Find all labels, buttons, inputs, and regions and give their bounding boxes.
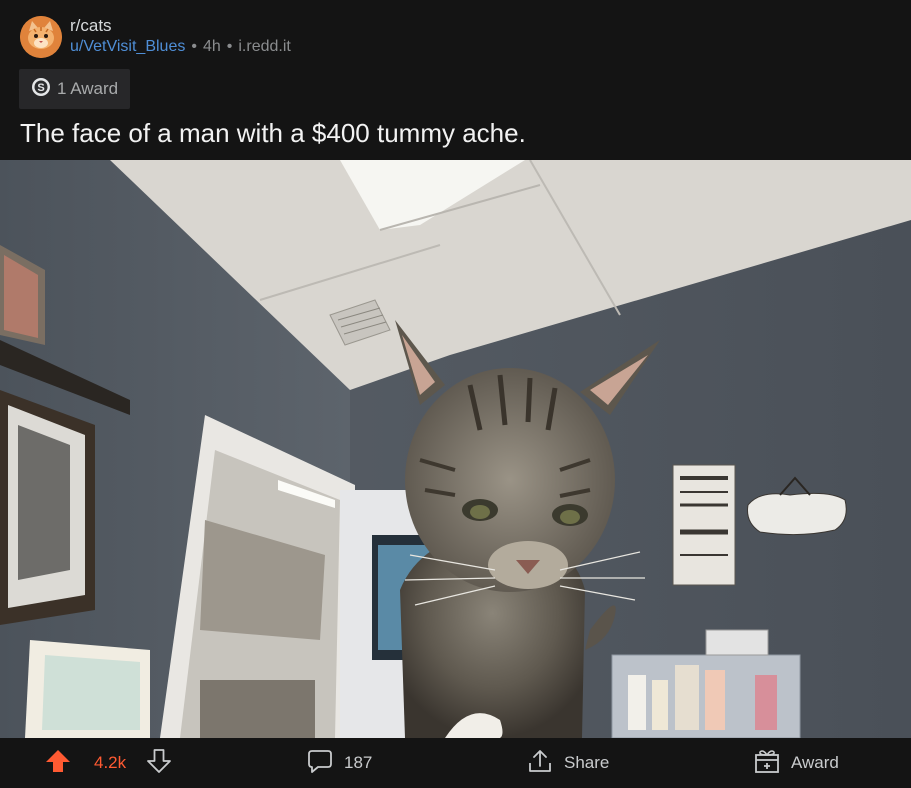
vote-control: 4.2k [44, 738, 172, 788]
subreddit-avatar-icon[interactable] [20, 16, 62, 58]
post-meta: u/VetVisit_Blues • 4h • i.redd.it [70, 38, 291, 56]
share-icon [526, 747, 554, 780]
awards-count: 1 Award [57, 79, 119, 98]
award-gift-icon [753, 747, 781, 780]
post-image[interactable] [0, 160, 911, 738]
meta-separator: • [226, 38, 233, 55]
comments-count: 187 [344, 753, 373, 772]
share-button[interactable]: Share [526, 738, 609, 788]
author-link[interactable]: u/VetVisit_Blues [70, 38, 185, 55]
post-action-bar: 4.2k 187 Share Award [0, 738, 911, 788]
awards-chip[interactable]: S 1 Award [19, 69, 130, 109]
award-button[interactable]: Award [753, 738, 839, 788]
post-domain[interactable]: i.redd.it [238, 38, 290, 55]
post-header: r/cats u/VetVisit_Blues • 4h • i.redd.it S 1… [0, 0, 911, 160]
share-label: Share [564, 753, 610, 772]
upvote-arrow-icon[interactable] [44, 747, 72, 780]
meta-separator: • [191, 38, 197, 55]
downvote-arrow-icon[interactable] [146, 747, 172, 780]
comment-bubble-icon [306, 747, 334, 780]
comments-button[interactable]: 187 [306, 738, 372, 788]
svg-text:S: S [37, 82, 44, 94]
vote-score: 4.2k [94, 753, 127, 772]
silver-award-icon: S [31, 77, 51, 102]
post-age: 4h [202, 38, 221, 55]
award-label: Award [791, 753, 839, 772]
subreddit-name[interactable]: r/cats [70, 16, 112, 36]
post-title[interactable]: The face of a man with a $400 tummy ache… [20, 118, 526, 149]
